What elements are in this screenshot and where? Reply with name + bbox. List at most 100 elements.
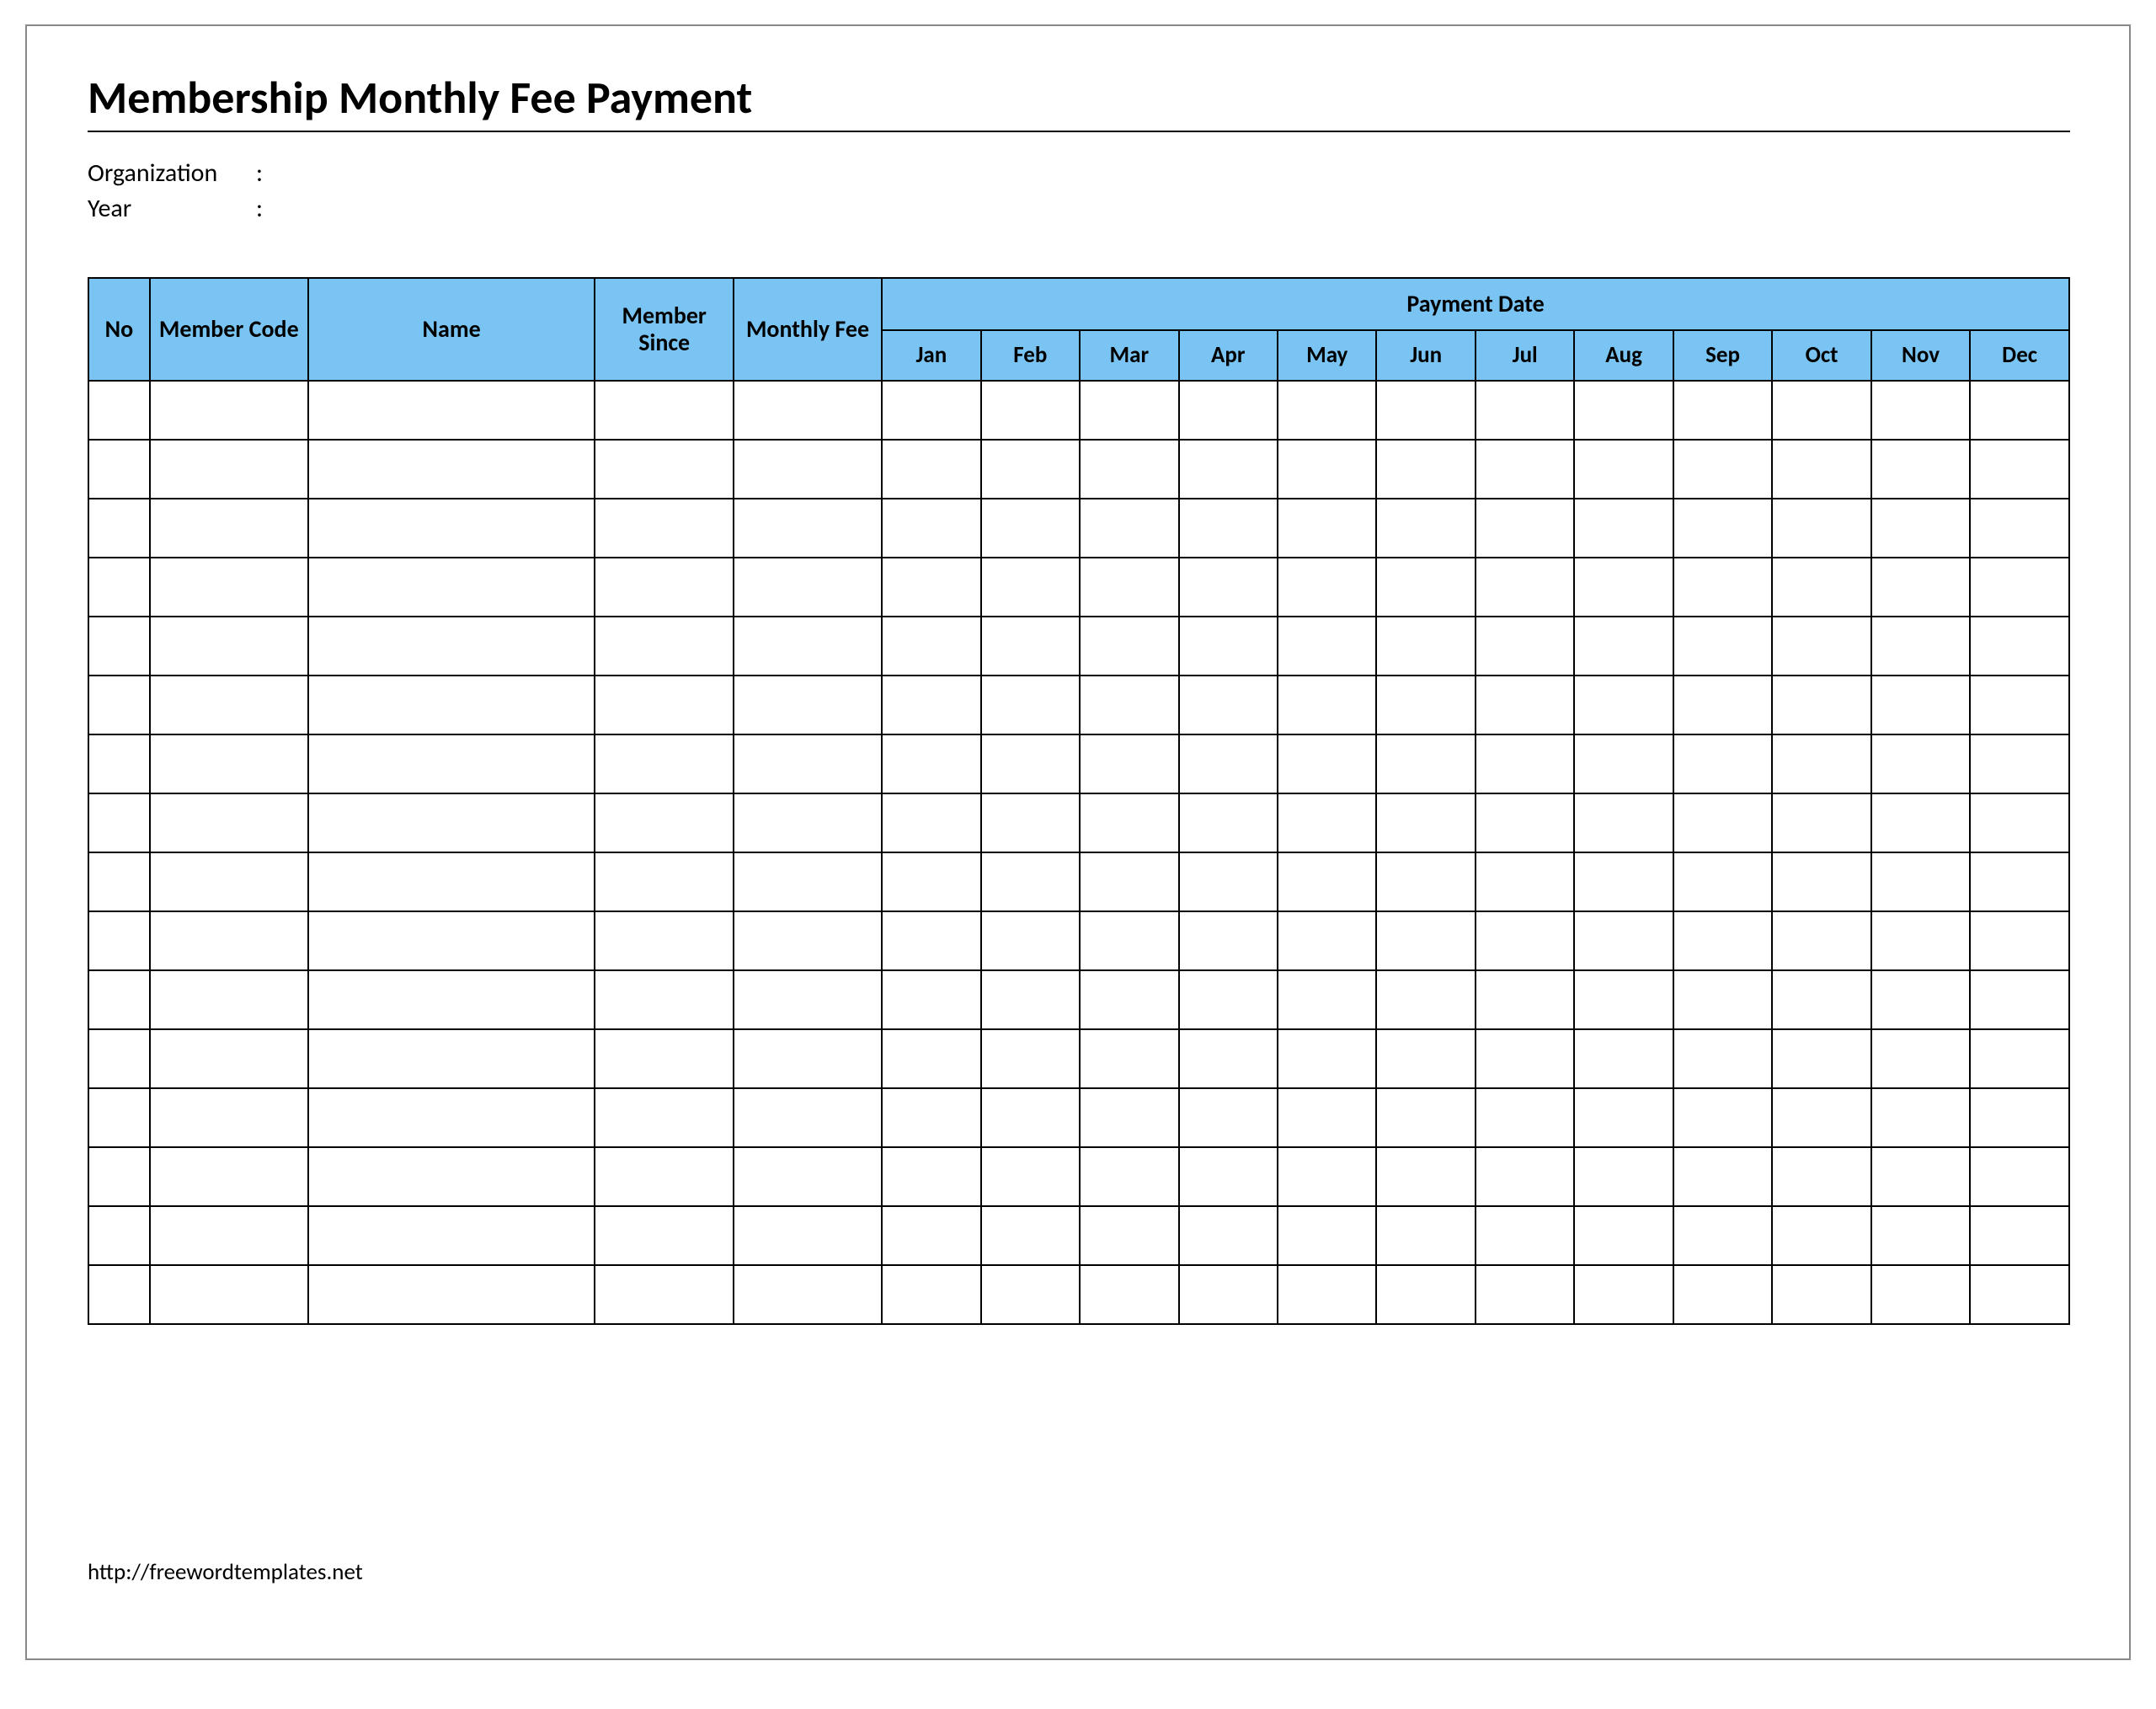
table-cell[interactable] bbox=[1970, 1147, 2069, 1206]
table-cell[interactable] bbox=[150, 381, 308, 440]
table-cell[interactable] bbox=[1278, 381, 1376, 440]
table-cell[interactable] bbox=[1278, 852, 1376, 911]
table-cell[interactable] bbox=[88, 970, 150, 1029]
table-cell[interactable] bbox=[1476, 852, 1574, 911]
table-cell[interactable] bbox=[1476, 1206, 1574, 1265]
table-cell[interactable] bbox=[1970, 617, 2069, 676]
table-cell[interactable] bbox=[734, 381, 882, 440]
table-cell[interactable] bbox=[150, 911, 308, 970]
table-cell[interactable] bbox=[1278, 558, 1376, 617]
table-cell[interactable] bbox=[150, 499, 308, 558]
table-cell[interactable] bbox=[308, 1206, 595, 1265]
table-cell[interactable] bbox=[1772, 440, 1870, 499]
table-cell[interactable] bbox=[1673, 617, 1772, 676]
table-cell[interactable] bbox=[1179, 734, 1278, 793]
table-cell[interactable] bbox=[1476, 617, 1574, 676]
table-cell[interactable] bbox=[595, 734, 733, 793]
table-cell[interactable] bbox=[1673, 381, 1772, 440]
table-cell[interactable] bbox=[734, 852, 882, 911]
table-cell[interactable] bbox=[981, 1265, 1080, 1324]
table-cell[interactable] bbox=[1673, 1147, 1772, 1206]
table-cell[interactable] bbox=[1574, 1206, 1673, 1265]
table-cell[interactable] bbox=[150, 734, 308, 793]
table-cell[interactable] bbox=[1574, 852, 1673, 911]
table-cell[interactable] bbox=[1574, 911, 1673, 970]
table-cell[interactable] bbox=[1179, 1147, 1278, 1206]
table-cell[interactable] bbox=[595, 440, 733, 499]
table-cell[interactable] bbox=[1871, 1265, 1970, 1324]
table-cell[interactable] bbox=[1772, 734, 1870, 793]
table-cell[interactable] bbox=[1080, 734, 1178, 793]
table-cell[interactable] bbox=[1179, 381, 1278, 440]
table-cell[interactable] bbox=[1970, 499, 2069, 558]
table-cell[interactable] bbox=[1574, 1147, 1673, 1206]
table-cell[interactable] bbox=[1673, 852, 1772, 911]
table-cell[interactable] bbox=[1376, 1265, 1475, 1324]
table-cell[interactable] bbox=[1970, 558, 2069, 617]
table-cell[interactable] bbox=[1772, 970, 1870, 1029]
table-cell[interactable] bbox=[981, 852, 1080, 911]
table-cell[interactable] bbox=[1179, 676, 1278, 734]
table-cell[interactable] bbox=[1476, 911, 1574, 970]
table-cell[interactable] bbox=[882, 1206, 980, 1265]
table-cell[interactable] bbox=[88, 852, 150, 911]
table-cell[interactable] bbox=[981, 793, 1080, 852]
table-cell[interactable] bbox=[1476, 381, 1574, 440]
table-cell[interactable] bbox=[981, 558, 1080, 617]
table-cell[interactable] bbox=[1871, 1029, 1970, 1088]
table-cell[interactable] bbox=[1970, 1265, 2069, 1324]
table-cell[interactable] bbox=[308, 676, 595, 734]
table-cell[interactable] bbox=[1970, 1029, 2069, 1088]
table-cell[interactable] bbox=[1080, 617, 1178, 676]
table-cell[interactable] bbox=[595, 1206, 733, 1265]
table-cell[interactable] bbox=[1179, 1265, 1278, 1324]
table-cell[interactable] bbox=[1278, 970, 1376, 1029]
table-cell[interactable] bbox=[1871, 911, 1970, 970]
table-cell[interactable] bbox=[981, 676, 1080, 734]
table-cell[interactable] bbox=[1376, 499, 1475, 558]
table-cell[interactable] bbox=[1080, 1206, 1178, 1265]
table-cell[interactable] bbox=[1673, 499, 1772, 558]
table-cell[interactable] bbox=[1376, 1029, 1475, 1088]
table-cell[interactable] bbox=[734, 1147, 882, 1206]
table-cell[interactable] bbox=[1179, 499, 1278, 558]
table-cell[interactable] bbox=[595, 852, 733, 911]
table-cell[interactable] bbox=[1772, 793, 1870, 852]
table-cell[interactable] bbox=[308, 440, 595, 499]
table-cell[interactable] bbox=[1179, 1029, 1278, 1088]
table-cell[interactable] bbox=[981, 1147, 1080, 1206]
table-cell[interactable] bbox=[1278, 440, 1376, 499]
table-cell[interactable] bbox=[1476, 558, 1574, 617]
table-cell[interactable] bbox=[1871, 852, 1970, 911]
table-cell[interactable] bbox=[734, 617, 882, 676]
table-cell[interactable] bbox=[1772, 558, 1870, 617]
table-cell[interactable] bbox=[308, 734, 595, 793]
table-cell[interactable] bbox=[1673, 1265, 1772, 1324]
table-cell[interactable] bbox=[882, 793, 980, 852]
table-cell[interactable] bbox=[1871, 1147, 1970, 1206]
table-cell[interactable] bbox=[1476, 499, 1574, 558]
table-cell[interactable] bbox=[150, 617, 308, 676]
table-cell[interactable] bbox=[1476, 793, 1574, 852]
table-cell[interactable] bbox=[1970, 970, 2069, 1029]
table-cell[interactable] bbox=[1772, 1147, 1870, 1206]
table-cell[interactable] bbox=[308, 617, 595, 676]
table-cell[interactable] bbox=[308, 970, 595, 1029]
table-cell[interactable] bbox=[308, 1147, 595, 1206]
table-cell[interactable] bbox=[88, 617, 150, 676]
table-cell[interactable] bbox=[1871, 440, 1970, 499]
table-cell[interactable] bbox=[1772, 911, 1870, 970]
table-cell[interactable] bbox=[88, 558, 150, 617]
table-cell[interactable] bbox=[1673, 911, 1772, 970]
table-cell[interactable] bbox=[882, 676, 980, 734]
table-cell[interactable] bbox=[1871, 1088, 1970, 1147]
table-cell[interactable] bbox=[981, 381, 1080, 440]
table-cell[interactable] bbox=[882, 1265, 980, 1324]
table-cell[interactable] bbox=[882, 734, 980, 793]
table-cell[interactable] bbox=[88, 911, 150, 970]
table-cell[interactable] bbox=[1871, 499, 1970, 558]
table-cell[interactable] bbox=[88, 1265, 150, 1324]
table-cell[interactable] bbox=[1376, 381, 1475, 440]
table-cell[interactable] bbox=[1179, 911, 1278, 970]
table-cell[interactable] bbox=[595, 970, 733, 1029]
